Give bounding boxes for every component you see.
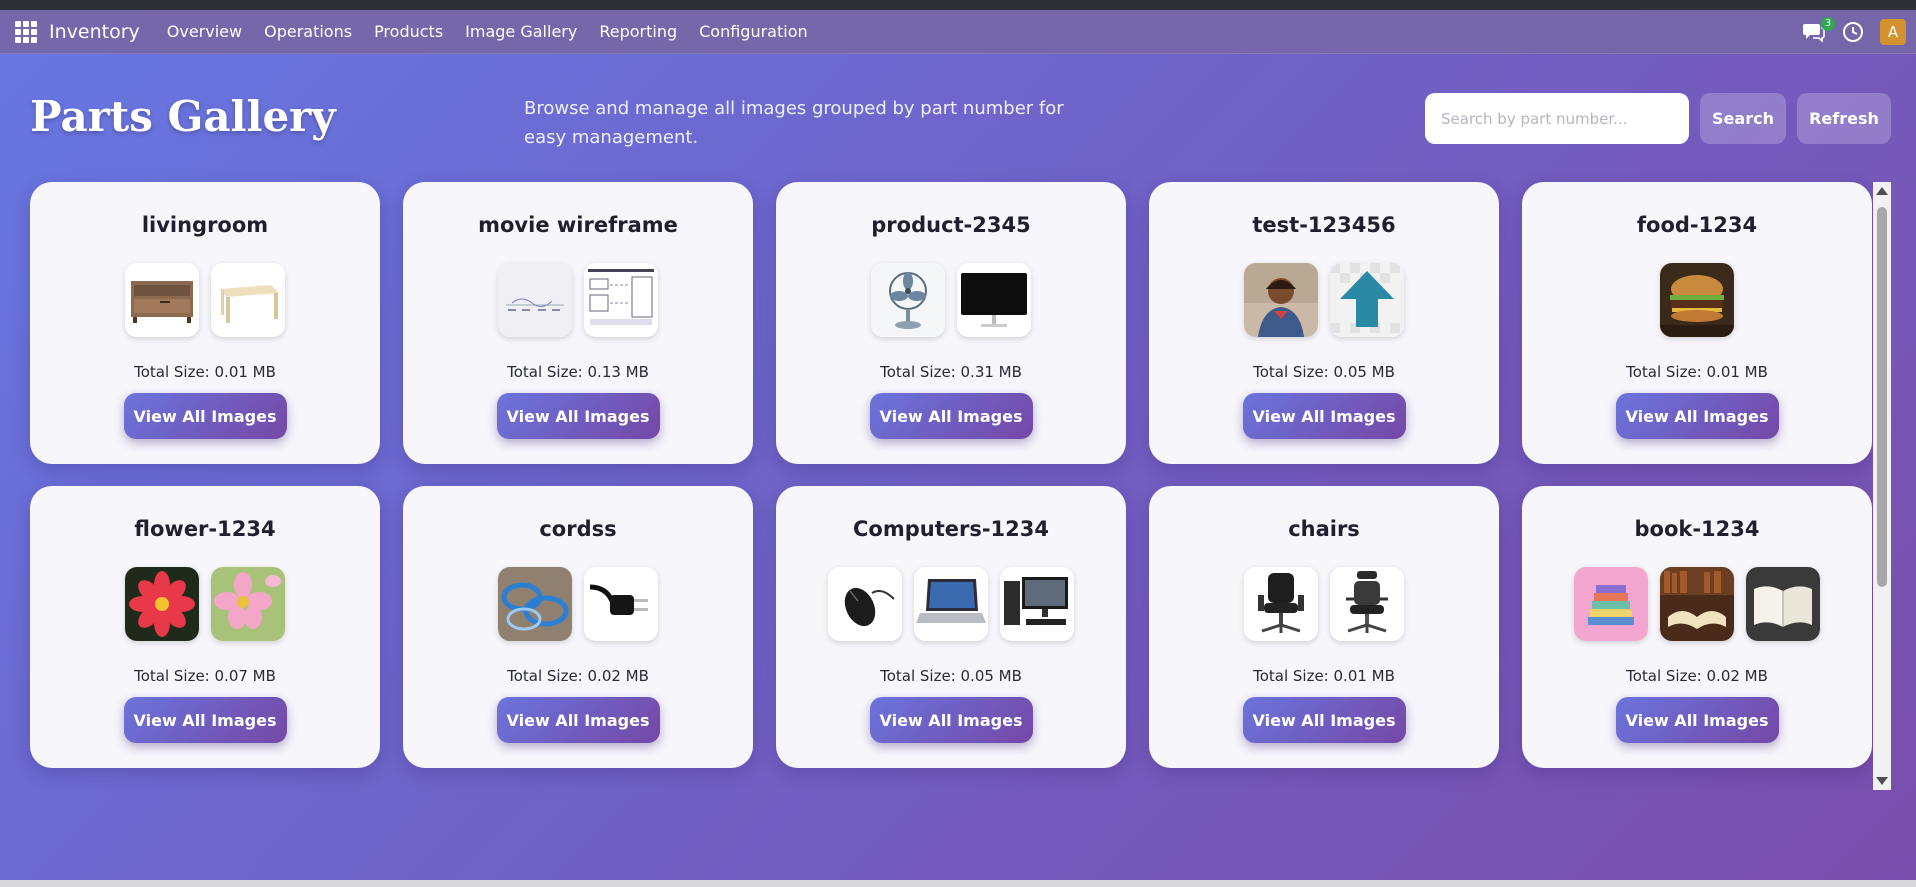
thumbnail-burger[interactable] [1660, 263, 1734, 337]
part-title: test-123456 [1252, 213, 1396, 237]
thumbnail-book-stack[interactable] [1574, 567, 1648, 641]
thumbnail-row [1244, 263, 1404, 337]
window-top-strip [0, 0, 1916, 10]
part-card: flower-1234 Total Size: 0.07 MB View All… [30, 486, 380, 768]
thumbnail-blue-cables[interactable] [498, 567, 572, 641]
thumbnail-coffee-table[interactable] [211, 263, 285, 337]
part-title: book-1234 [1634, 517, 1760, 541]
part-total-size: Total Size: 0.13 MB [507, 363, 649, 381]
thumbnail-wireframe-sketch[interactable] [498, 263, 572, 337]
view-all-images-button[interactable]: View All Images [1242, 393, 1406, 439]
part-total-size: Total Size: 0.02 MB [507, 667, 649, 685]
thumbnail-pink-flower[interactable] [211, 567, 285, 641]
menu-item-configuration[interactable]: Configuration [688, 22, 819, 41]
view-all-images-button[interactable]: View All Images [123, 697, 287, 743]
part-title: product-2345 [871, 213, 1031, 237]
part-card: product-2345 Total Size: 0.31 MB View Al… [776, 182, 1126, 464]
part-title: cordss [539, 517, 617, 541]
search-button[interactable]: Search [1700, 93, 1786, 144]
part-title: movie wireframe [478, 213, 678, 237]
view-all-images-button[interactable]: View All Images [869, 393, 1033, 439]
thumbnail-upload-arrow[interactable] [1330, 263, 1404, 337]
refresh-button[interactable]: Refresh [1797, 93, 1891, 144]
part-title: chairs [1288, 517, 1360, 541]
search-input[interactable] [1425, 93, 1689, 144]
view-all-images-button[interactable]: View All Images [1615, 393, 1779, 439]
window-bottom-strip [0, 880, 1916, 887]
thumbnail-wireframe-diagram[interactable] [584, 263, 658, 337]
menu-item-overview[interactable]: Overview [156, 22, 253, 41]
apps-grid-icon[interactable] [15, 20, 37, 43]
part-title: livingroom [141, 213, 269, 237]
view-all-images-button[interactable]: View All Images [496, 697, 660, 743]
navbar-systray: 3 A [1802, 16, 1906, 45]
thumbnail-desktop-pc[interactable] [1000, 567, 1074, 641]
thumbnail-row [125, 567, 285, 641]
thumbnail-row [1660, 263, 1734, 337]
main-menu: Overview Operations Products Image Galle… [156, 22, 819, 41]
part-card: chairs Total Size: 0.01 MB View All Imag… [1149, 486, 1499, 768]
part-card: test-123456 Total Size: 0.05 MB View All… [1149, 182, 1499, 464]
part-card: livingroom Total Size: 0.01 MB View All … [30, 182, 380, 464]
part-title: food-1234 [1636, 213, 1758, 237]
thumbnail-child-photo[interactable] [1244, 263, 1318, 337]
thumbnail-laptop[interactable] [914, 567, 988, 641]
part-card: food-1234 Total Size: 0.01 MB View All I… [1522, 182, 1872, 464]
menu-item-products[interactable]: Products [363, 22, 454, 41]
thumbnail-row [828, 567, 1074, 641]
view-all-images-button[interactable]: View All Images [496, 393, 660, 439]
scroll-up-arrow-icon[interactable] [1876, 187, 1888, 195]
menu-item-operations[interactable]: Operations [253, 22, 363, 41]
thumbnail-mesh-chair[interactable] [1330, 567, 1404, 641]
menu-item-image-gallery[interactable]: Image Gallery [454, 22, 588, 41]
scrollbar-thumb[interactable] [1877, 207, 1887, 587]
part-total-size: Total Size: 0.07 MB [134, 667, 276, 685]
gallery-scrollbar[interactable] [1873, 182, 1891, 790]
part-total-size: Total Size: 0.01 MB [134, 363, 276, 381]
thumbnail-row [1244, 567, 1404, 641]
top-navbar: Inventory Overview Operations Products I… [0, 10, 1916, 54]
thumbnail-row [498, 567, 658, 641]
app-name[interactable]: Inventory [49, 21, 140, 43]
thumbnail-row [125, 263, 285, 337]
page-description: Browse and manage all images grouped by … [524, 98, 1064, 148]
view-all-images-button[interactable]: View All Images [123, 393, 287, 439]
part-total-size: Total Size: 0.05 MB [880, 667, 1022, 685]
view-all-images-button[interactable]: View All Images [869, 697, 1033, 743]
part-card: Computers-1234 Total Size: 0.05 MB View … [776, 486, 1126, 768]
part-card: book-1234 Total Size: 0.02 MB View All I… [1522, 486, 1872, 768]
thumbnail-red-flower[interactable] [125, 567, 199, 641]
part-card: movie wireframe Total Size: 0.13 MB View… [403, 182, 753, 464]
thumbnail-tv-stand[interactable] [125, 263, 199, 337]
part-title: Computers-1234 [852, 517, 1049, 541]
part-total-size: Total Size: 0.01 MB [1253, 667, 1395, 685]
messages-icon[interactable]: 3 [1802, 16, 1835, 43]
page-title: Parts Gallery [30, 92, 336, 141]
thumbnail-open-book-library[interactable] [1660, 567, 1734, 641]
thumbnail-desk-fan[interactable] [871, 263, 945, 337]
parts-grid: livingroom Total Size: 0.01 MB View All … [30, 182, 1872, 768]
thumbnail-row [871, 263, 1031, 337]
thumbnail-mouse[interactable] [828, 567, 902, 641]
thumbnail-power-plug[interactable] [584, 567, 658, 641]
clock-icon[interactable] [1842, 21, 1864, 43]
part-card: cordss Total Size: 0.02 MB View All Imag… [403, 486, 753, 768]
part-title: flower-1234 [134, 517, 276, 541]
thumbnail-open-book[interactable] [1746, 567, 1820, 641]
part-total-size: Total Size: 0.31 MB [880, 363, 1022, 381]
thumbnail-office-chair[interactable] [1244, 567, 1318, 641]
messages-count-badge: 3 [1821, 16, 1835, 31]
user-avatar[interactable]: A [1880, 18, 1906, 45]
view-all-images-button[interactable]: View All Images [1242, 697, 1406, 743]
scroll-down-arrow-icon[interactable] [1876, 777, 1888, 785]
menu-item-reporting[interactable]: Reporting [588, 22, 688, 41]
part-total-size: Total Size: 0.05 MB [1253, 363, 1395, 381]
part-total-size: Total Size: 0.01 MB [1626, 363, 1768, 381]
thumbnail-monitor[interactable] [957, 263, 1031, 337]
view-all-images-button[interactable]: View All Images [1615, 697, 1779, 743]
thumbnail-row [498, 263, 658, 337]
thumbnail-row [1574, 567, 1820, 641]
part-total-size: Total Size: 0.02 MB [1626, 667, 1768, 685]
